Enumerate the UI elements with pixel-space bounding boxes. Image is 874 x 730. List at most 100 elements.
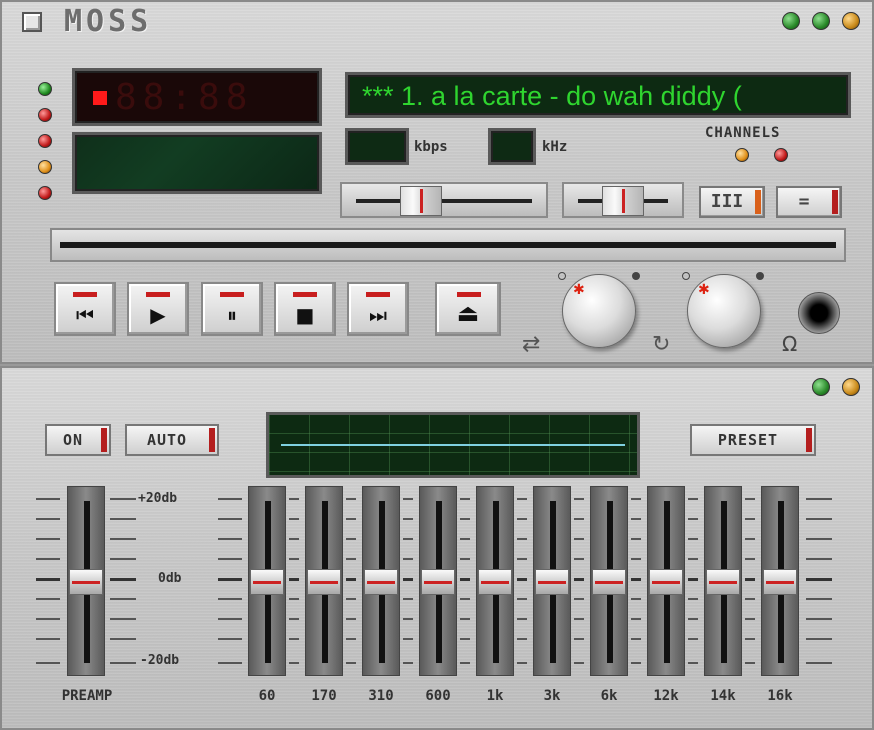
eq-scale-tick [517, 662, 527, 664]
balance-thumb[interactable] [602, 186, 644, 216]
eq-scale-tick [574, 498, 584, 500]
equalizer-toggle-button[interactable]: III [699, 186, 765, 218]
eq-slider-thumb[interactable] [535, 569, 569, 595]
eq-scale-tick [631, 618, 641, 620]
eq-slider-thumb[interactable] [478, 569, 512, 595]
previous-button[interactable]: ⏮ [54, 282, 116, 336]
eq-band-label: 12k [653, 688, 679, 704]
app-title: MOSS [64, 4, 153, 39]
eq-scale-tick [36, 618, 60, 620]
eq-scale-tick [289, 498, 299, 500]
samplerate-unit: kHz [542, 139, 568, 155]
eq-slider-thumb[interactable] [763, 569, 797, 595]
eq-band-slider-12k[interactable] [647, 486, 685, 676]
equalizer-toggle-indicator [755, 190, 761, 214]
eq-close-button[interactable] [842, 378, 860, 396]
eq-scale-tick [289, 578, 299, 581]
volume-slider[interactable] [340, 182, 548, 218]
eject-icon: ⏏ [456, 299, 480, 327]
knob-marker-icon: ✱ [698, 282, 710, 298]
eq-preset-button[interactable]: PRESET [690, 424, 816, 456]
status-led-red[interactable] [38, 108, 52, 122]
shade-button[interactable] [812, 12, 830, 30]
status-led-red[interactable] [38, 186, 52, 200]
close-button[interactable] [842, 12, 860, 30]
title-bar[interactable]: MOSS [2, 2, 872, 42]
eq-scale-tick [346, 618, 356, 620]
repeat-knob[interactable]: ✱ [687, 274, 761, 348]
next-button[interactable]: ⏭ [347, 282, 409, 336]
eq-slider-thumb[interactable] [706, 569, 740, 595]
samplerate-display [488, 128, 536, 165]
eq-band-slider-6k[interactable] [590, 486, 628, 676]
mono-led [735, 148, 749, 162]
status-led-green[interactable] [38, 82, 52, 96]
eq-scale-tick [688, 662, 698, 664]
play-icon: ▶ [150, 303, 166, 327]
eq-scale-tick [403, 558, 413, 560]
pause-button[interactable]: ⏸ [201, 282, 263, 336]
eq-band-slider-60[interactable] [248, 486, 286, 676]
eq-scale-tick [289, 662, 299, 664]
eq-scale-tick [688, 618, 698, 620]
playlist-toggle-indicator [832, 190, 838, 214]
eq-band-slider-600[interactable] [419, 486, 457, 676]
eq-scale-tick [688, 518, 698, 520]
eq-slider-thumb[interactable] [649, 569, 683, 595]
eq-slider-thumb[interactable] [69, 569, 103, 595]
eq-scale-tick [403, 498, 413, 500]
status-led-orange[interactable] [38, 160, 52, 174]
bitrate-unit: kbps [414, 139, 448, 155]
eq-scale-tick [574, 558, 584, 560]
eq-slider-thumb[interactable] [364, 569, 398, 595]
next-icon: ⏭ [369, 303, 387, 327]
eq-band-slider-310[interactable] [362, 486, 400, 676]
visualizer-display[interactable] [72, 132, 322, 194]
song-title-display[interactable]: *** 1. a la carte - do wah diddy ( [345, 72, 851, 118]
eq-scale-tick [460, 598, 470, 600]
eq-scale-tick [403, 618, 413, 620]
seek-bar[interactable] [50, 228, 846, 262]
balance-slider[interactable] [562, 182, 684, 218]
eq-on-button[interactable]: ON [45, 424, 111, 456]
eq-slider-thumb[interactable] [592, 569, 626, 595]
volume-thumb[interactable] [399, 186, 442, 216]
eq-band-label: 1k [486, 688, 504, 704]
eq-auto-button[interactable]: AUTO [125, 424, 219, 456]
eq-curve-display [266, 412, 640, 478]
eq-band-slider-16k[interactable] [761, 486, 799, 676]
eq-scale-tick [218, 662, 242, 664]
eq-band-label: 6k [600, 688, 618, 704]
minimize-button[interactable] [782, 12, 800, 30]
eq-slider-thumb[interactable] [250, 569, 284, 595]
preamp-slider[interactable] [67, 486, 105, 676]
status-led-red[interactable] [38, 134, 52, 148]
eq-slider-thumb[interactable] [307, 569, 341, 595]
play-button[interactable]: ▶ [127, 282, 189, 336]
playlist-toggle-icon: = [798, 191, 810, 212]
button-indicator [457, 292, 481, 297]
eq-scale-tick [745, 498, 755, 500]
eq-slider-thumb[interactable] [421, 569, 455, 595]
time-display[interactable]: 88:88 [72, 68, 322, 126]
app-menu-icon[interactable] [22, 12, 42, 32]
eq-scale-tick [460, 498, 470, 500]
eq-scale-tick [110, 518, 136, 520]
eq-band-label: 170 [311, 688, 337, 704]
eq-scale-tick [110, 598, 136, 600]
eq-auto-indicator [209, 428, 215, 452]
eq-band-slider-14k[interactable] [704, 486, 742, 676]
shuffle-knob[interactable]: ✱ [562, 274, 636, 348]
eq-band-slider-170[interactable] [305, 486, 343, 676]
eq-band-label: 600 [425, 688, 451, 704]
playlist-toggle-button[interactable]: = [776, 186, 842, 218]
eq-band-slider-1k[interactable] [476, 486, 514, 676]
eq-scale-tick [346, 558, 356, 560]
eq-scale-tick [517, 618, 527, 620]
eq-band-slider-3k[interactable] [533, 486, 571, 676]
eq-scale-tick [110, 662, 136, 664]
eq-shade-button[interactable] [812, 378, 830, 396]
stop-button[interactable]: ■ [274, 282, 336, 336]
eject-button[interactable]: ⏏ [435, 282, 501, 336]
eq-scale-tick [745, 518, 755, 520]
